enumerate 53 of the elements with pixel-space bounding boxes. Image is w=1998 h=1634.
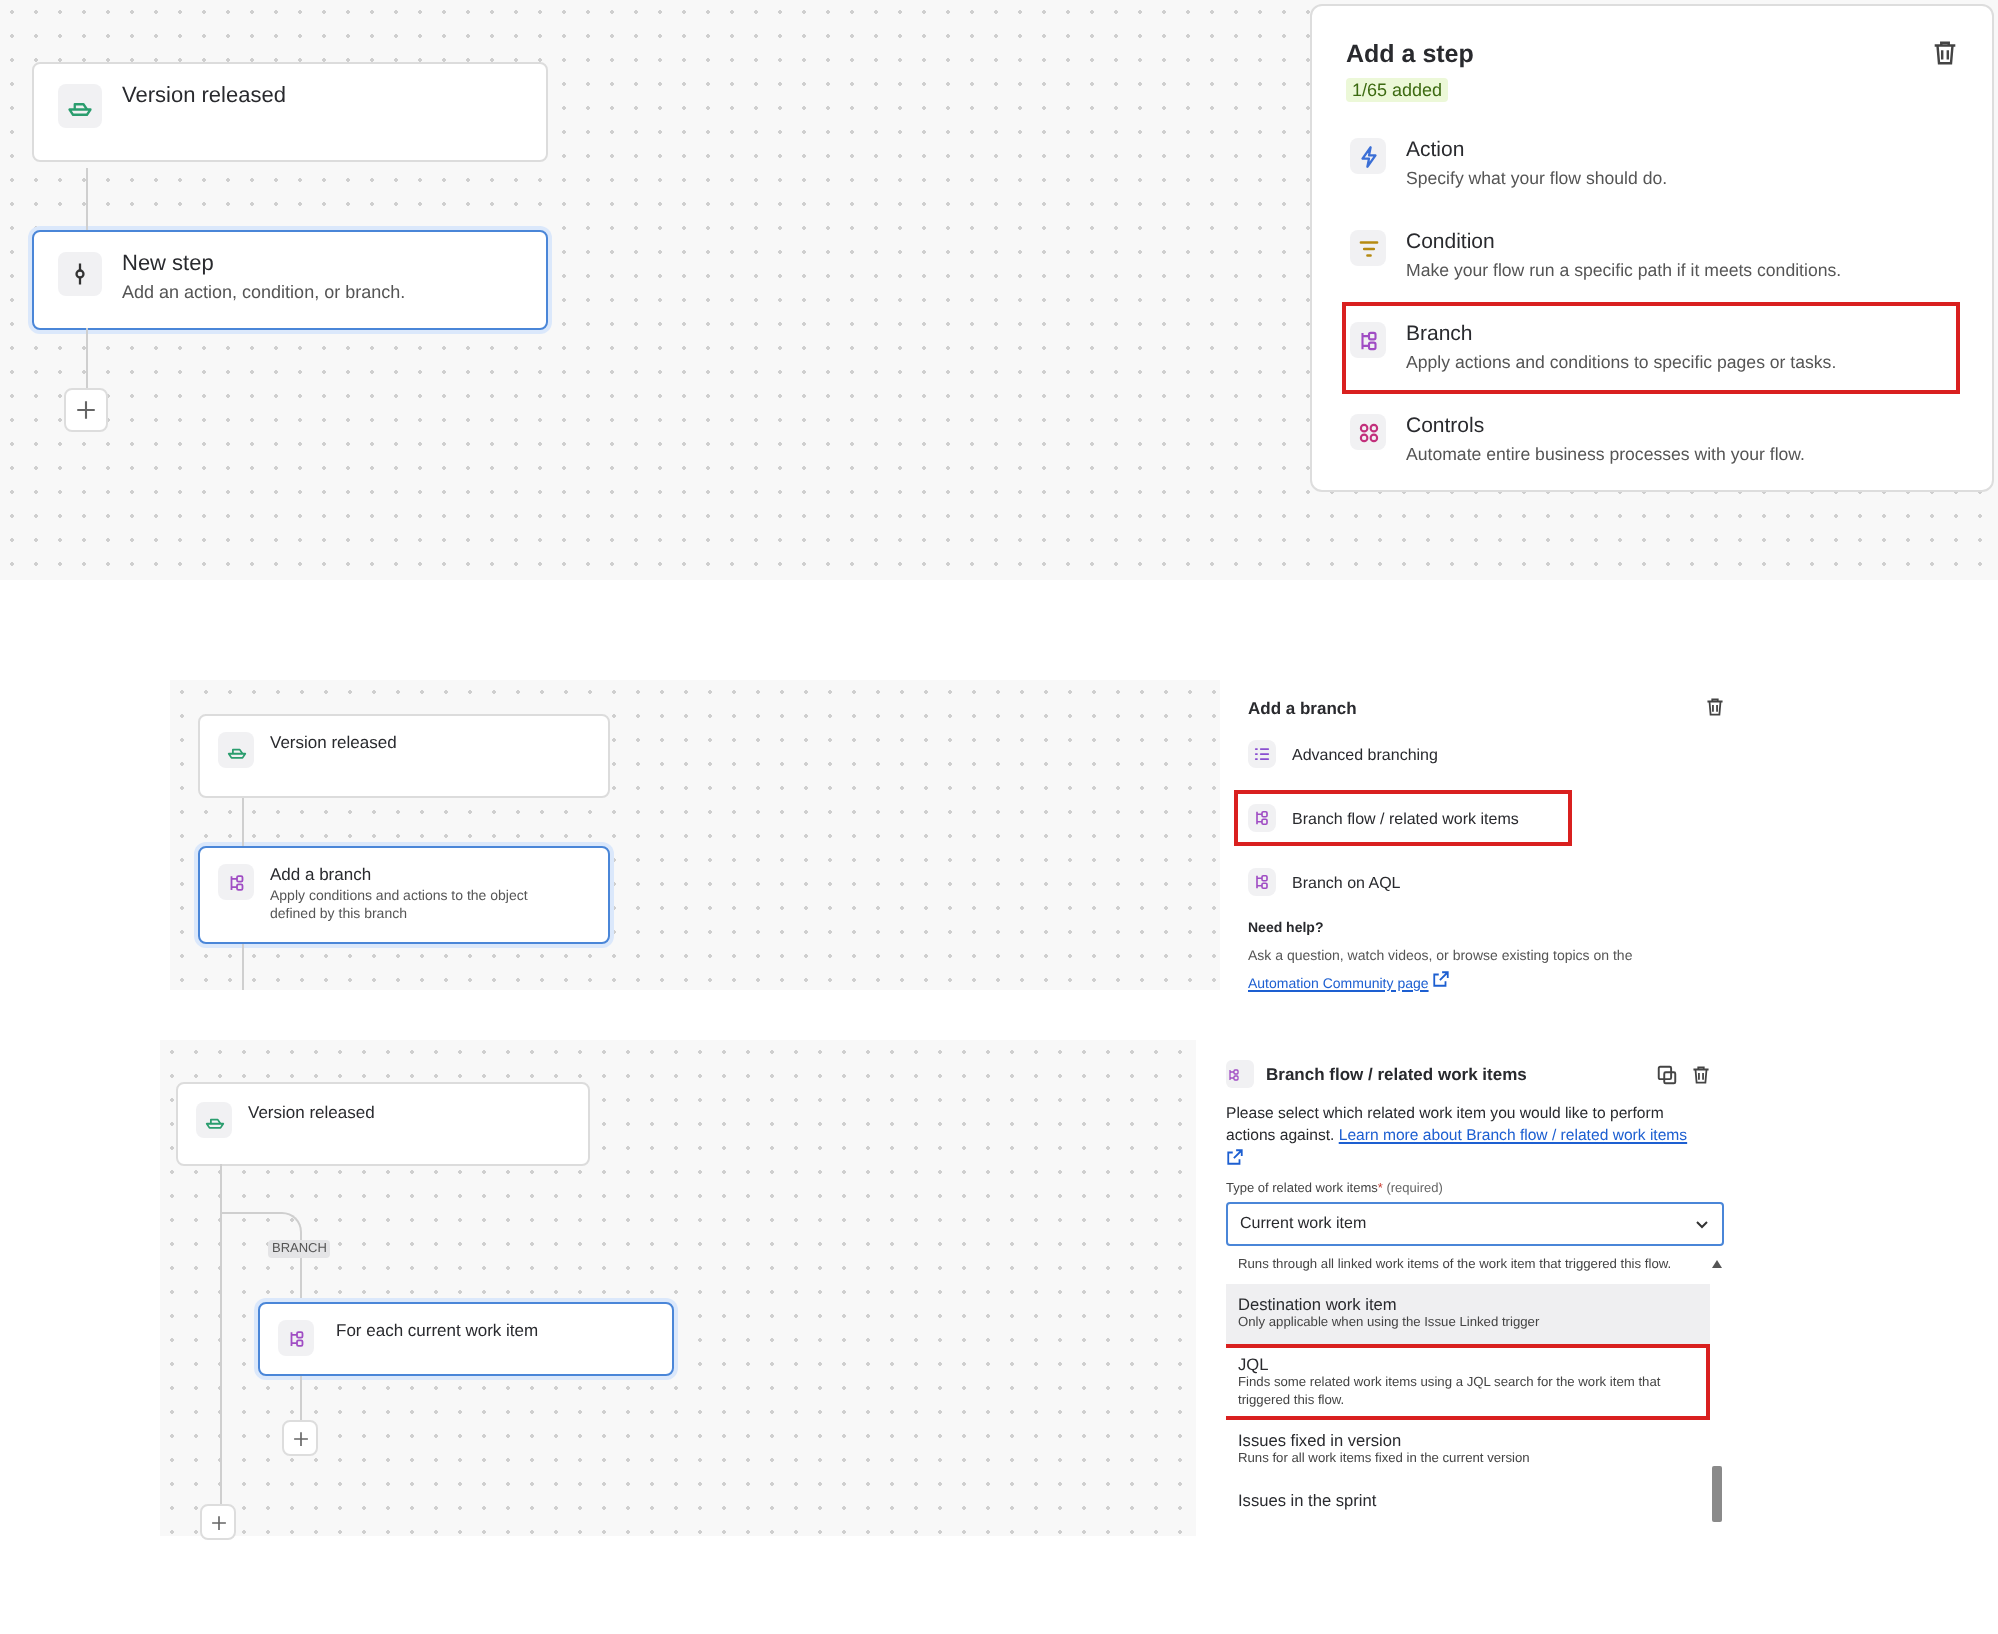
option-description: Specify what your flow should do. (1406, 168, 1668, 188)
node-title: Version released (248, 1102, 375, 1122)
option-title: Branch (1406, 322, 1475, 346)
option-title: Controls (1406, 414, 1487, 438)
branch-icon (1252, 808, 1272, 828)
step-type-option[interactable]: Branch Apply actions and conditions to specific pages or tasks. (1342, 302, 1960, 394)
step-type-option[interactable]: Controls Automate entire business processes with your flow. (1342, 394, 1960, 486)
node-subtitle: Add an action, condition, or branch. (122, 282, 406, 302)
related-items-dropdown[interactable]: Current work item (1226, 1201, 1724, 1246)
branch-icon (1252, 872, 1272, 892)
option-description: Apply actions and conditions to specific pages or tasks. (1406, 352, 1837, 372)
flow-node[interactable]: Version released (198, 714, 610, 798)
branch-icon (1355, 327, 1381, 353)
external-link-icon (1432, 969, 1451, 988)
option-title: Condition (1406, 230, 1497, 254)
trash-icon[interactable] (1704, 696, 1726, 718)
option-description: Make your flow run a specific path if it meets conditions. (1406, 260, 1842, 280)
copy-icon[interactable] (1656, 1063, 1678, 1085)
panel-title: Add a branch (1248, 697, 1357, 717)
flow-node[interactable]: Version released (32, 62, 548, 162)
filter-icon (1355, 235, 1381, 261)
node-title: Version released (270, 732, 397, 752)
node-title: Version released (122, 84, 286, 108)
flow-node[interactable]: Version released (176, 1082, 590, 1166)
trash-icon[interactable] (1930, 38, 1960, 68)
option-title: Action (1406, 138, 1467, 162)
flow-node[interactable]: New step Add an action, condition, or branch. (32, 230, 548, 330)
node-title: For each current work item (336, 1320, 539, 1340)
panel-title: Branch flow / related work items (1266, 1064, 1527, 1084)
chevron-down-icon (1694, 1215, 1710, 1232)
added-count-badge: 1/65 added (1346, 78, 1449, 102)
node-title: Add a branch (270, 864, 374, 884)
plus-icon[interactable] (72, 396, 100, 424)
plus-icon[interactable] (207, 1511, 229, 1533)
branch-type-option[interactable]: Advanced branching (1234, 726, 1572, 782)
external-link-icon (1226, 1147, 1244, 1166)
branch-icon (285, 1327, 307, 1349)
flow-node[interactable]: For each current work item (258, 1302, 674, 1376)
branch-icon (1226, 1063, 1242, 1085)
step-type-option[interactable]: Condition Make your flow run a specific path if it meets conditions. (1342, 210, 1960, 302)
branch-type-option[interactable]: Branch flow / related work items (1234, 790, 1572, 846)
trash-icon[interactable] (1690, 1063, 1712, 1085)
branch-icon (225, 871, 247, 893)
option-description: Automate entire business processes with your flow. (1406, 444, 1805, 464)
lightning-icon (1355, 143, 1381, 169)
dropdown-option[interactable]: Issues in the sprint (1226, 1479, 1710, 1520)
branch-type-option[interactable]: Branch on AQL (1234, 854, 1572, 910)
list-icon (1252, 744, 1272, 764)
plus-icon[interactable] (289, 1427, 311, 1449)
panel-title: Add a step (1346, 39, 1474, 67)
controls-icon (1355, 419, 1381, 445)
step-type-option[interactable]: Action Specify what your flow should do. (1342, 118, 1960, 210)
node-title: New step (122, 252, 216, 276)
